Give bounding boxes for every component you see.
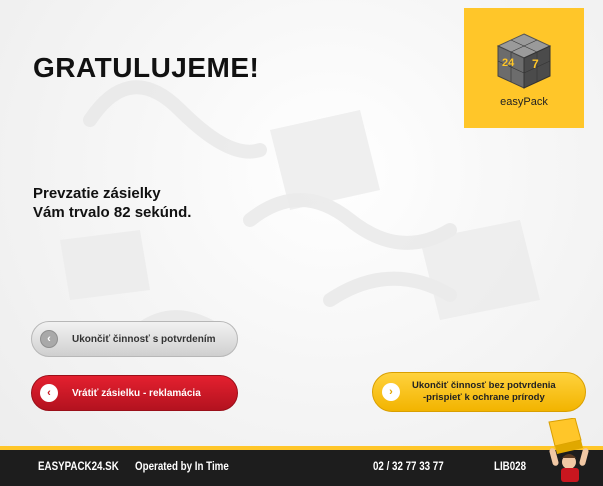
svg-text:24: 24 — [502, 57, 515, 69]
message-line-2: Vám trvalo 82 sekúnd. — [33, 204, 192, 221]
mascot-with-package-icon — [548, 418, 589, 482]
page-title: GRATULUJEME! — [33, 52, 260, 83]
kiosk-screen: GRATULUJEME! 24 7 easyPack Prevzatie zás… — [0, 0, 603, 486]
footer-terminal-id: LIB028 — [494, 461, 527, 473]
footer-phone: 02 / 32 77 33 77 — [373, 461, 444, 473]
footer-accent-line — [0, 446, 603, 450]
pickup-time-message: Prevzatie zásielky Vám trvalo 82 sekúnd. — [33, 184, 191, 222]
finish-without-confirmation-label: Ukončiť činnosť bez potvrdenia -prispieť… — [412, 380, 556, 404]
return-complaint-label: Vrátiť zásielku - reklamácia — [72, 387, 201, 399]
chevron-left-icon: ‹ — [40, 384, 58, 402]
footer-bar: EASYPACK24.SK Operated by In Time 02 / 3… — [0, 446, 603, 486]
message-line-1: Prevzatie zásielky — [33, 185, 161, 202]
chevron-left-icon: ‹ — [40, 330, 58, 348]
logo-text: easyPack — [500, 96, 548, 108]
finish-without-confirmation-line-1: Ukončiť činnosť bez potvrdenia — [412, 380, 556, 391]
return-complaint-button[interactable]: ‹ Vrátiť zásielku - reklamácia — [31, 375, 238, 411]
easypack-logo: 24 7 easyPack — [464, 8, 584, 128]
chevron-right-icon: › — [382, 383, 400, 401]
svg-text:7: 7 — [532, 57, 539, 71]
footer-website: EASYPACK24.SK — [38, 461, 119, 473]
finish-with-confirmation-button[interactable]: ‹ Ukončiť činnosť s potvrdením — [31, 321, 238, 357]
cube-24-7-logo-icon: 24 7 — [496, 33, 552, 89]
footer-operator: Operated by In Time — [135, 461, 229, 473]
finish-without-confirmation-line-2: -prispieť k ochrane prírody — [422, 392, 545, 403]
finish-with-confirmation-label: Ukončiť činnosť s potvrdením — [72, 333, 216, 345]
finish-without-confirmation-button[interactable]: › Ukončiť činnosť bez potvrdenia -prispi… — [372, 372, 586, 412]
